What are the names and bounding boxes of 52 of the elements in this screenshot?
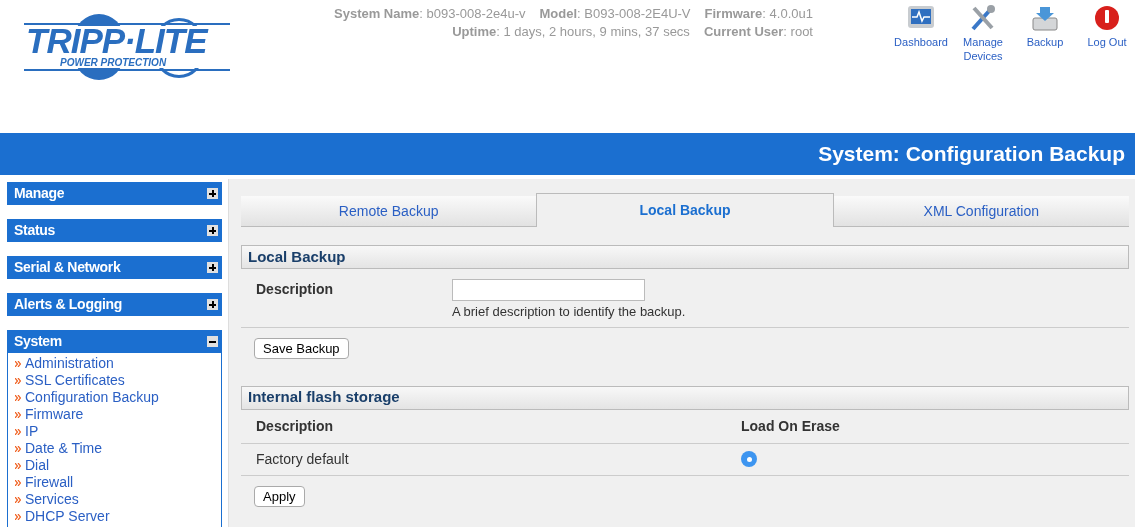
toolbar-link[interactable]: Log Out [1081,4,1133,63]
page-title: System: Configuration Backup [818,141,1125,168]
column-header: Description [256,416,334,436]
double-chevron-icon [15,496,21,503]
sidebar-link[interactable]: Date & Time [25,440,103,457]
apply-button[interactable]: Apply [254,485,305,507]
system-info-text: Current User: root [703,23,813,41]
toolbar-link[interactable]: Manage Devices [957,4,1009,63]
table-cell-text: Factory default [256,449,350,469]
double-chevron-icon [15,394,21,401]
sidebar-link[interactable]: IP [25,423,39,440]
sidebar-link[interactable]: Services [25,491,79,508]
save-backup-button[interactable]: Save Backup [254,337,349,359]
sidebar-header[interactable]: Serial & Network [7,256,222,279]
system-info-text: Model: B093-008-2E4U-V [539,5,691,23]
sidebar-header[interactable]: Status [7,219,222,242]
double-chevron-icon [15,445,21,452]
toolbar-link[interactable]: Backup [1019,4,1071,63]
sidebar-link[interactable]: Configuration Backup [25,389,159,406]
system-info-text: Firmware: 4.0.0u1 [704,5,813,23]
radio-button[interactable] [741,451,757,467]
section-title: Internal flash storage [248,387,400,408]
system-info-text: System Name: b093-008-2e4u-v [334,5,526,23]
tab[interactable]: Remote Backup [241,196,537,227]
tab[interactable]: Local Backup [536,193,834,227]
drive-arrow-icon [1030,4,1060,32]
sidebar-link[interactable]: SSL Certificates [25,372,125,389]
sidebar-link[interactable]: Firmware [25,406,84,423]
toolbar-link[interactable]: Dashboard [895,4,947,63]
double-chevron-icon [15,360,21,367]
double-chevron-icon [15,428,21,435]
double-chevron-icon [15,479,21,486]
double-chevron-icon [15,462,21,469]
tab[interactable]: XML Configuration [833,196,1129,227]
sidebar-header[interactable]: System [7,330,222,353]
system-info-text: Uptime: 1 days, 2 hours, 9 mins, 37 secs [452,23,690,41]
double-chevron-icon [15,411,21,418]
sidebar-header[interactable]: Manage [7,182,222,205]
logo: TRIPP·LITE POWER PROTECTION [24,14,230,80]
section-title: Local Backup [248,246,346,267]
sidebar-link[interactable]: Firewall [25,474,74,491]
sidebar-link[interactable]: Administration [25,355,114,372]
double-chevron-icon [15,513,21,520]
column-header: Load On Erase [741,416,840,436]
double-chevron-icon [15,377,21,384]
hint-text: A brief description to identify the backup. [452,303,686,321]
sidebar-header[interactable]: Alerts & Logging [7,293,222,316]
field-label: Description [256,280,334,299]
sidebar-link[interactable]: Dial [25,457,50,474]
description-field[interactable] [452,279,645,301]
power-icon [1093,4,1121,32]
sidebar-link[interactable]: DHCP Server [25,508,110,525]
